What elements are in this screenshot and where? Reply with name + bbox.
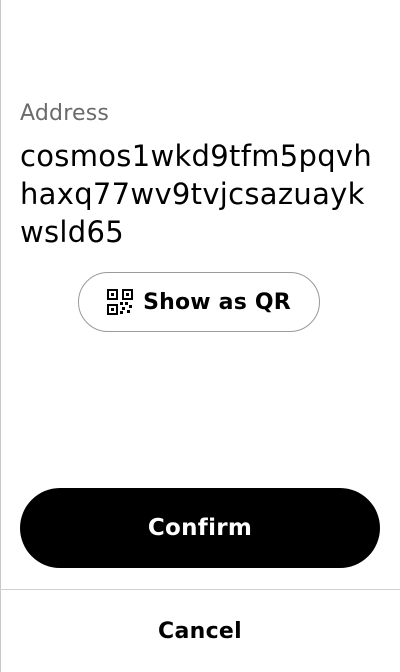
show-as-qr-label: Show as QR bbox=[143, 289, 291, 315]
qr-code-icon bbox=[107, 289, 134, 315]
show-as-qr-button[interactable]: Show as QR bbox=[78, 272, 320, 332]
cancel-button[interactable]: Cancel bbox=[0, 590, 400, 672]
confirm-button[interactable]: Confirm bbox=[20, 488, 380, 568]
window-left-border bbox=[0, 0, 1, 672]
address-value: cosmos1wkd9tfm5pqvhhaxq77wv9tvjcsazuaykw… bbox=[20, 139, 373, 249]
address-label: Address bbox=[20, 101, 110, 126]
